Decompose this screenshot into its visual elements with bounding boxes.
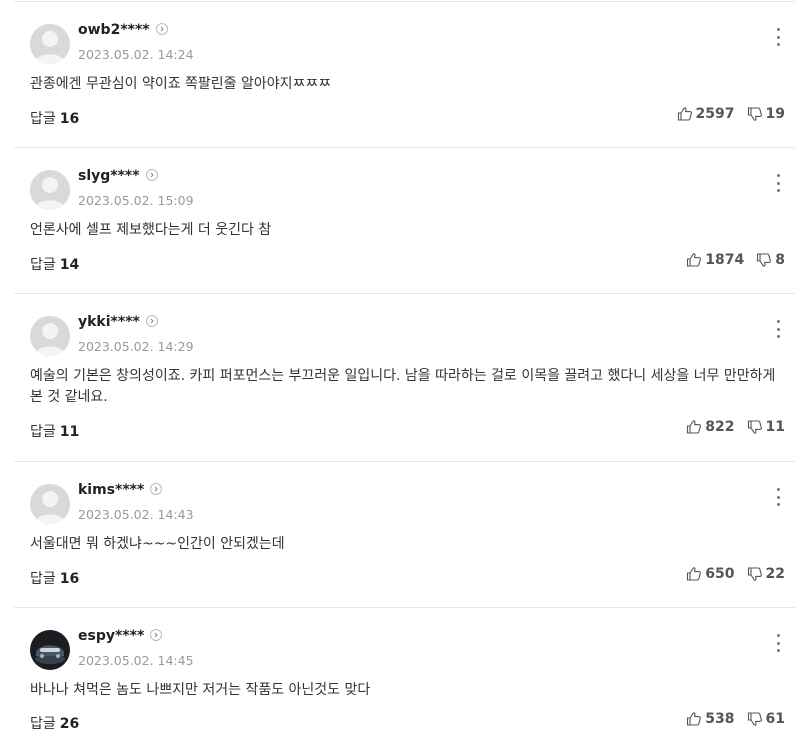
reply-button[interactable]: 답글 16	[30, 568, 79, 588]
like-count[interactable]: 822	[705, 419, 734, 435]
thumbs-down-icon[interactable]	[747, 566, 763, 582]
avatar[interactable]	[30, 484, 70, 524]
dislike-count[interactable]: 11	[766, 419, 785, 435]
chevron-right-icon[interactable]	[150, 629, 163, 641]
avatar[interactable]	[30, 24, 70, 64]
nickname-link[interactable]: slyg****	[78, 168, 158, 184]
dislike-count[interactable]: 19	[766, 106, 785, 122]
dislike-button[interactable]: 11	[747, 419, 785, 435]
reply-button[interactable]: 답글 14	[30, 254, 79, 274]
more-vertical-icon[interactable]	[773, 634, 783, 652]
reply-label[interactable]: 답글	[30, 716, 56, 732]
reply-count[interactable]: 16	[60, 111, 79, 127]
comment-date: 2023.05.02. 14:43	[78, 507, 194, 522]
reply-button[interactable]: 답글 16	[30, 108, 79, 128]
like-button[interactable]: 1874	[686, 252, 744, 268]
dislike-button[interactable]: 8	[756, 252, 785, 268]
nickname[interactable]: slyg****	[78, 168, 140, 184]
comment-item: owb2**** 2023.05.02. 14:24 관종에겐 무관심이 약이죠…	[14, 2, 795, 148]
comment-item: ykki**** 2023.05.02. 14:29 예술의 기본은 창의성이죠…	[14, 294, 795, 462]
chevron-right-icon[interactable]	[155, 23, 168, 35]
comment-text: 서울대면 뭐 하겠냐~~~인간이 안되겠는데	[30, 536, 285, 552]
reply-count[interactable]: 11	[60, 424, 79, 440]
chevron-right-icon[interactable]	[150, 483, 163, 495]
nickname-link[interactable]: kims****	[78, 482, 163, 498]
dislike-count[interactable]: 61	[766, 711, 785, 727]
chevron-right-icon[interactable]	[145, 315, 158, 327]
dislike-button[interactable]: 22	[747, 566, 785, 582]
nickname[interactable]: kims****	[78, 482, 144, 498]
dislike-count[interactable]: 8	[775, 252, 785, 268]
reply-label[interactable]: 답글	[30, 257, 56, 273]
chevron-right-icon[interactable]	[145, 169, 158, 181]
dislike-count[interactable]: 22	[766, 566, 785, 582]
comment-date: 2023.05.02. 14:45	[78, 653, 194, 668]
nickname-link[interactable]: espy****	[78, 628, 163, 644]
comment-text: 바나나 쳐먹은 놈도 나쁘지만 저거는 작품도 아닌것도 맞다	[30, 682, 371, 698]
like-button[interactable]: 538	[686, 711, 735, 727]
thumbs-up-icon[interactable]	[686, 711, 702, 727]
dislike-button[interactable]: 19	[747, 106, 785, 122]
nickname-link[interactable]: owb2****	[78, 22, 168, 38]
comment-text: 관종에겐 무관심이 약이죠 쪽팔린줄 알아야지ㅉㅉㅉ	[30, 76, 332, 92]
avatar[interactable]	[30, 170, 70, 210]
dislike-button[interactable]: 61	[747, 711, 785, 727]
thumbs-down-icon[interactable]	[756, 252, 772, 268]
comment-date: 2023.05.02. 15:09	[78, 193, 194, 208]
like-button[interactable]: 822	[686, 419, 735, 435]
like-button[interactable]: 650	[686, 566, 735, 582]
reply-button[interactable]: 답글 11	[30, 421, 79, 441]
like-count[interactable]: 2597	[696, 106, 735, 122]
thumbs-up-icon[interactable]	[686, 566, 702, 582]
thumbs-down-icon[interactable]	[747, 106, 763, 122]
comment-text: 언론사에 셀프 제보했다는게 더 웃긴다 참	[30, 222, 272, 238]
more-vertical-icon[interactable]	[773, 320, 783, 338]
thumbs-up-icon[interactable]	[686, 419, 702, 435]
thumbs-down-icon[interactable]	[747, 419, 763, 435]
nickname[interactable]: espy****	[78, 628, 144, 644]
thumbs-down-icon[interactable]	[747, 711, 763, 727]
reply-button[interactable]: 답글 26	[30, 713, 79, 733]
like-count[interactable]: 650	[705, 566, 734, 582]
reply-count[interactable]: 14	[60, 257, 79, 273]
comment-item: slyg**** 2023.05.02. 15:09 언론사에 셀프 제보했다는…	[14, 148, 795, 294]
like-button[interactable]: 2597	[677, 106, 735, 122]
nickname[interactable]: owb2****	[78, 22, 150, 38]
avatar[interactable]	[30, 316, 70, 356]
like-count[interactable]: 538	[705, 711, 734, 727]
reply-label[interactable]: 답글	[30, 111, 56, 127]
comment-date: 2023.05.02. 14:29	[78, 339, 194, 354]
comment-item: espy**** 2023.05.02. 14:45 바나나 쳐먹은 놈도 나쁘…	[14, 608, 795, 742]
vote-group: 650 22	[686, 566, 785, 582]
like-count[interactable]: 1874	[705, 252, 744, 268]
thumbs-up-icon[interactable]	[677, 106, 693, 122]
comment-text: 예술의 기본은 창의성이죠. 카피 퍼포먼스는 부끄러운 일입니다. 남을 따라…	[30, 368, 776, 405]
reply-count[interactable]: 16	[60, 571, 79, 587]
comment-item: kims**** 2023.05.02. 14:43 서울대면 뭐 하겠냐~~~…	[14, 462, 795, 608]
reply-label[interactable]: 답글	[30, 424, 56, 440]
vote-group: 538 61	[686, 711, 785, 727]
thumbs-up-icon[interactable]	[686, 252, 702, 268]
more-vertical-icon[interactable]	[773, 174, 783, 192]
nickname[interactable]: ykki****	[78, 314, 140, 330]
comment-date: 2023.05.02. 14:24	[78, 47, 194, 62]
reply-count[interactable]: 26	[60, 716, 79, 732]
reply-label[interactable]: 답글	[30, 571, 56, 587]
nickname-link[interactable]: ykki****	[78, 314, 158, 330]
avatar[interactable]	[30, 630, 70, 670]
more-vertical-icon[interactable]	[773, 28, 783, 46]
vote-group: 2597 19	[677, 106, 785, 122]
more-vertical-icon[interactable]	[773, 488, 783, 506]
vote-group: 822 11	[686, 419, 785, 435]
vote-group: 1874 8	[686, 252, 785, 268]
